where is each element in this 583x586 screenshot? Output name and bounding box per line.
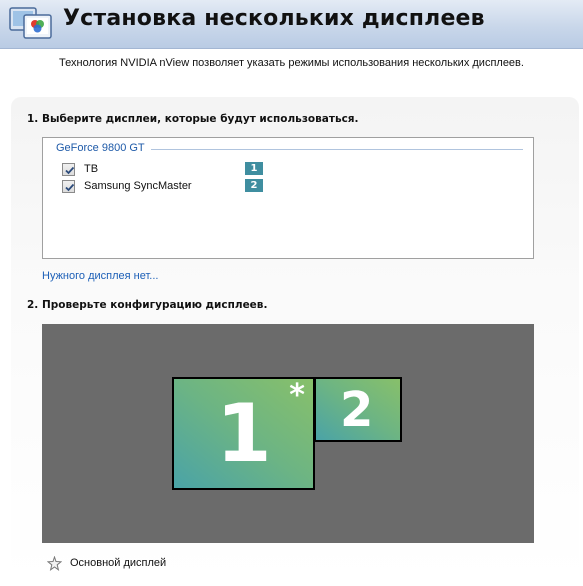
nvidia-displays-icon: [9, 7, 52, 39]
display-checkbox-tv[interactable]: [62, 163, 75, 176]
primary-display-marker: *: [289, 378, 305, 413]
display-checkbox-samsung[interactable]: [62, 180, 75, 193]
gpu-group-divider: [149, 149, 523, 150]
monitor-2[interactable]: 2: [314, 377, 402, 442]
display-list: GeForce 9800 GT ТВ 2 Samsung SyncMaster …: [42, 137, 534, 259]
section-verify-config-title: 2. Проверьте конфигурацию дисплеев.: [27, 299, 268, 311]
monitor-1[interactable]: 1 *: [172, 377, 315, 490]
monitor-number: 1: [216, 387, 272, 480]
display-configuration-area[interactable]: 1 * 2: [42, 324, 534, 543]
checkmark-icon: [65, 183, 75, 192]
primary-display-icon: [47, 556, 62, 571]
primary-display-legend: Основной дисплей: [70, 557, 167, 569]
display-name: ТВ: [84, 163, 99, 175]
gpu-group-label: GeForce 9800 GT: [56, 142, 151, 154]
page-header: Установка нескольких дисплеев: [0, 0, 583, 49]
checkmark-icon: [65, 166, 75, 175]
page-description: Технология NVIDIA nView позволяет указат…: [59, 57, 524, 69]
display-item-tv[interactable]: ТВ: [62, 163, 272, 177]
display-number-badge: 1: [245, 162, 263, 175]
display-name: Samsung SyncMaster: [84, 180, 192, 192]
page-title: Установка нескольких дисплеев: [63, 6, 485, 31]
section-select-displays-title: 1. Выберите дисплеи, которые будут испол…: [27, 113, 359, 125]
display-item-samsung[interactable]: Samsung SyncMaster: [62, 180, 272, 194]
monitor-number: 2: [340, 382, 374, 438]
missing-display-link[interactable]: Нужного дисплея нет...: [42, 270, 158, 282]
